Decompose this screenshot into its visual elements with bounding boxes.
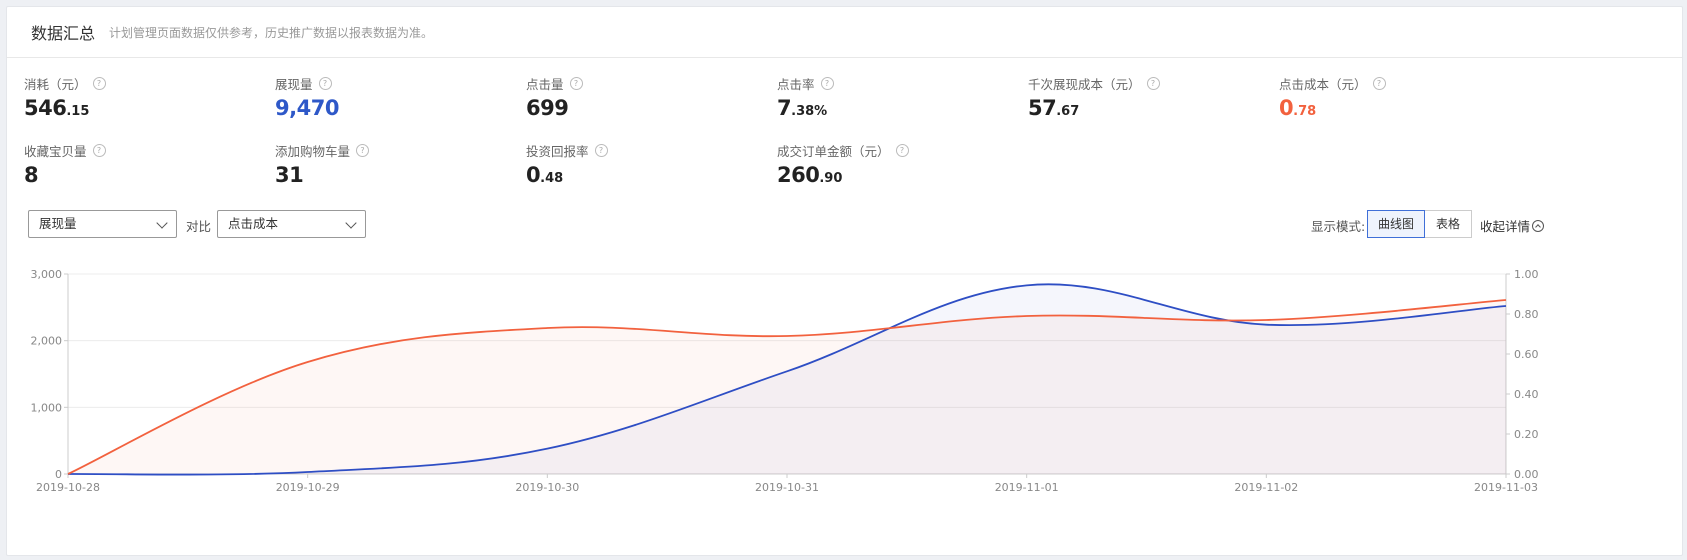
y-left-tick-label: 1,000 bbox=[31, 401, 63, 414]
y-left-tick-label: 0 bbox=[55, 468, 62, 481]
y-right-tick-label: 0.00 bbox=[1514, 468, 1539, 481]
x-tick-label: 2019-11-01 bbox=[995, 481, 1059, 494]
x-tick-label: 2019-10-30 bbox=[515, 481, 579, 494]
y-left-tick-label: 2,000 bbox=[31, 335, 63, 348]
trend-chart: 0 1,000 2,000 3,000 0.00 0.20 0.40 0.60 0.80 1.00… bbox=[31, 268, 1539, 494]
y-right-tick-label: 0.80 bbox=[1514, 308, 1539, 321]
x-tick-label: 2019-11-02 bbox=[1234, 481, 1298, 494]
series-area bbox=[68, 300, 1506, 474]
y-left-tick-label: 3,000 bbox=[31, 268, 63, 281]
y-right-tick-label: 0.40 bbox=[1514, 388, 1539, 401]
y-right-tick-label: 0.60 bbox=[1514, 348, 1539, 361]
y-right-tick-label: 0.20 bbox=[1514, 428, 1539, 441]
x-tick-label: 2019-10-28 bbox=[36, 481, 100, 494]
mode-curve-button[interactable]: 曲线图 bbox=[1367, 210, 1425, 238]
x-tick-label: 2019-10-31 bbox=[755, 481, 819, 494]
x-tick-label: 2019-11-03 bbox=[1474, 481, 1538, 494]
y-right-tick-label: 1.00 bbox=[1514, 268, 1539, 281]
x-tick-label: 2019-10-29 bbox=[276, 481, 340, 494]
